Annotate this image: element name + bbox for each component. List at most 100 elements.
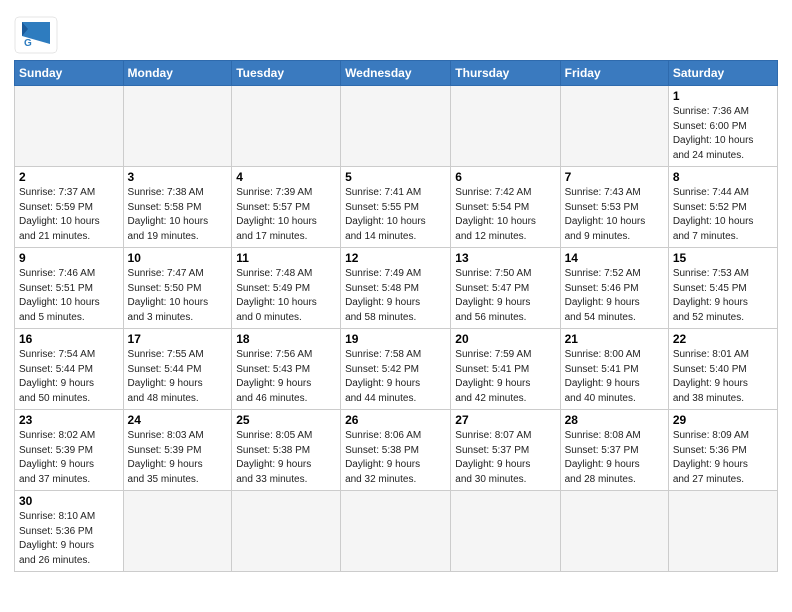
day-number: 28 xyxy=(565,413,664,427)
calendar-cell: 28 Sunrise: 8:08 AM Sunset: 5:37 PM Dayli… xyxy=(560,410,668,491)
calendar-cell xyxy=(451,86,560,167)
day-number: 24 xyxy=(128,413,228,427)
day-info: Sunrise: 8:02 AM Sunset: 5:39 PM Dayligh… xyxy=(19,429,119,487)
weekday-header-friday: Friday xyxy=(560,61,668,86)
calendar-cell: 21 Sunrise: 8:00 AM Sunset: 5:41 PM Dayli… xyxy=(560,329,668,410)
calendar-week-0: 1 Sunrise: 7:36 AM Sunset: 6:00 PM Daylig… xyxy=(15,86,778,167)
calendar-cell xyxy=(341,491,451,572)
calendar-cell: 26Sunrise: 8:06 AM Sunset: 5:38 PM Dayli… xyxy=(341,410,451,491)
day-info: Sunrise: 7:37 AM Sunset: 5:59 PM Dayligh… xyxy=(19,186,119,244)
calendar-cell: 10Sunrise: 7:47 AM Sunset: 5:50 PM Dayli… xyxy=(123,248,232,329)
day-info: Sunrise: 7:39 AM Sunset: 5:57 PM Dayligh… xyxy=(236,186,336,244)
day-info: Sunrise: 7:50 AM Sunset: 5:47 PM Dayligh… xyxy=(455,267,555,325)
calendar-cell: 17 Sunrise: 7:55 AM Sunset: 5:44 PM Dayli… xyxy=(123,329,232,410)
day-info: Sunrise: 7:56 AM Sunset: 5:43 PM Dayligh… xyxy=(236,348,336,406)
day-number: 27 xyxy=(455,413,555,427)
day-info: Sunrise: 7:46 AM Sunset: 5:51 PM Dayligh… xyxy=(19,267,119,325)
day-number: 22 xyxy=(673,332,773,346)
day-info: Sunrise: 7:47 AM Sunset: 5:50 PM Dayligh… xyxy=(128,267,228,325)
day-number: 12 xyxy=(345,251,446,265)
calendar-week-2: 9 Sunrise: 7:46 AM Sunset: 5:51 PM Daylig… xyxy=(15,248,778,329)
calendar-cell: 18 Sunrise: 7:56 AM Sunset: 5:43 PM Dayli… xyxy=(232,329,341,410)
calendar-cell xyxy=(668,491,777,572)
day-info: Sunrise: 7:55 AM Sunset: 5:44 PM Dayligh… xyxy=(128,348,228,406)
day-number: 21 xyxy=(565,332,664,346)
day-info: Sunrise: 8:09 AM Sunset: 5:36 PM Dayligh… xyxy=(673,429,773,487)
day-number: 19 xyxy=(345,332,446,346)
calendar-cell: 20Sunrise: 7:59 AM Sunset: 5:41 PM Dayli… xyxy=(451,329,560,410)
calendar-cell xyxy=(341,86,451,167)
day-info: Sunrise: 8:08 AM Sunset: 5:37 PM Dayligh… xyxy=(565,429,664,487)
day-info: Sunrise: 7:59 AM Sunset: 5:41 PM Dayligh… xyxy=(455,348,555,406)
day-info: Sunrise: 8:03 AM Sunset: 5:39 PM Dayligh… xyxy=(128,429,228,487)
calendar-cell: 1 Sunrise: 7:36 AM Sunset: 6:00 PM Daylig… xyxy=(668,86,777,167)
calendar-cell xyxy=(123,491,232,572)
weekday-header-tuesday: Tuesday xyxy=(232,61,341,86)
day-number: 4 xyxy=(236,170,336,184)
weekday-header-row: SundayMondayTuesdayWednesdayThursdayFrid… xyxy=(15,61,778,86)
calendar-cell: 3 Sunrise: 7:38 AM Sunset: 5:58 PM Daylig… xyxy=(123,167,232,248)
calendar-cell: 11 Sunrise: 7:48 AM Sunset: 5:49 PM Dayli… xyxy=(232,248,341,329)
calendar-cell xyxy=(232,86,341,167)
day-number: 5 xyxy=(345,170,446,184)
day-number: 16 xyxy=(19,332,119,346)
day-info: Sunrise: 7:48 AM Sunset: 5:49 PM Dayligh… xyxy=(236,267,336,325)
day-number: 1 xyxy=(673,89,773,103)
day-info: Sunrise: 8:07 AM Sunset: 5:37 PM Dayligh… xyxy=(455,429,555,487)
calendar-cell: 9 Sunrise: 7:46 AM Sunset: 5:51 PM Daylig… xyxy=(15,248,124,329)
calendar-week-1: 2 Sunrise: 7:37 AM Sunset: 5:59 PM Daylig… xyxy=(15,167,778,248)
day-number: 13 xyxy=(455,251,555,265)
day-number: 9 xyxy=(19,251,119,265)
calendar-cell xyxy=(15,86,124,167)
day-number: 11 xyxy=(236,251,336,265)
calendar-cell: 30Sunrise: 8:10 AM Sunset: 5:36 PM Dayli… xyxy=(15,491,124,572)
day-number: 14 xyxy=(565,251,664,265)
day-number: 7 xyxy=(565,170,664,184)
logo-icon: G xyxy=(14,16,58,54)
day-number: 3 xyxy=(128,170,228,184)
calendar-cell: 22 Sunrise: 8:01 AM Sunset: 5:40 PM Dayli… xyxy=(668,329,777,410)
calendar-cell: 6 Sunrise: 7:42 AM Sunset: 5:54 PM Daylig… xyxy=(451,167,560,248)
calendar-cell: 29 Sunrise: 8:09 AM Sunset: 5:36 PM Dayli… xyxy=(668,410,777,491)
calendar-cell: 12 Sunrise: 7:49 AM Sunset: 5:48 PM Dayli… xyxy=(341,248,451,329)
day-info: Sunrise: 8:01 AM Sunset: 5:40 PM Dayligh… xyxy=(673,348,773,406)
logo: G xyxy=(14,16,62,54)
day-info: Sunrise: 7:41 AM Sunset: 5:55 PM Dayligh… xyxy=(345,186,446,244)
calendar-cell xyxy=(451,491,560,572)
day-info: Sunrise: 7:38 AM Sunset: 5:58 PM Dayligh… xyxy=(128,186,228,244)
day-number: 18 xyxy=(236,332,336,346)
header: G xyxy=(14,10,778,54)
day-info: Sunrise: 7:52 AM Sunset: 5:46 PM Dayligh… xyxy=(565,267,664,325)
day-number: 6 xyxy=(455,170,555,184)
day-info: Sunrise: 8:05 AM Sunset: 5:38 PM Dayligh… xyxy=(236,429,336,487)
calendar-cell xyxy=(232,491,341,572)
day-info: Sunrise: 7:42 AM Sunset: 5:54 PM Dayligh… xyxy=(455,186,555,244)
day-number: 8 xyxy=(673,170,773,184)
day-number: 15 xyxy=(673,251,773,265)
weekday-header-thursday: Thursday xyxy=(451,61,560,86)
weekday-header-sunday: Sunday xyxy=(15,61,124,86)
day-number: 2 xyxy=(19,170,119,184)
calendar-week-3: 16 Sunrise: 7:54 AM Sunset: 5:44 PM Dayli… xyxy=(15,329,778,410)
weekday-header-saturday: Saturday xyxy=(668,61,777,86)
calendar-cell: 2 Sunrise: 7:37 AM Sunset: 5:59 PM Daylig… xyxy=(15,167,124,248)
calendar-cell xyxy=(560,491,668,572)
calendar-cell: 23Sunrise: 8:02 AM Sunset: 5:39 PM Dayli… xyxy=(15,410,124,491)
day-info: Sunrise: 7:36 AM Sunset: 6:00 PM Dayligh… xyxy=(673,105,773,163)
day-info: Sunrise: 8:10 AM Sunset: 5:36 PM Dayligh… xyxy=(19,510,119,568)
day-number: 29 xyxy=(673,413,773,427)
calendar-cell: 27 Sunrise: 8:07 AM Sunset: 5:37 PM Dayli… xyxy=(451,410,560,491)
calendar-week-4: 23Sunrise: 8:02 AM Sunset: 5:39 PM Dayli… xyxy=(15,410,778,491)
calendar-cell: 15Sunrise: 7:53 AM Sunset: 5:45 PM Dayli… xyxy=(668,248,777,329)
page: G SundayMondayTuesdayWednesdayThursdayFr… xyxy=(0,0,792,612)
day-info: Sunrise: 7:54 AM Sunset: 5:44 PM Dayligh… xyxy=(19,348,119,406)
day-info: Sunrise: 7:49 AM Sunset: 5:48 PM Dayligh… xyxy=(345,267,446,325)
calendar-cell: 16 Sunrise: 7:54 AM Sunset: 5:44 PM Dayli… xyxy=(15,329,124,410)
calendar-cell xyxy=(560,86,668,167)
day-info: Sunrise: 8:00 AM Sunset: 5:41 PM Dayligh… xyxy=(565,348,664,406)
calendar-cell: 7Sunrise: 7:43 AM Sunset: 5:53 PM Daylig… xyxy=(560,167,668,248)
calendar-cell: 19Sunrise: 7:58 AM Sunset: 5:42 PM Dayli… xyxy=(341,329,451,410)
calendar-cell: 4 Sunrise: 7:39 AM Sunset: 5:57 PM Daylig… xyxy=(232,167,341,248)
calendar-cell: 24 Sunrise: 8:03 AM Sunset: 5:39 PM Dayli… xyxy=(123,410,232,491)
day-number: 17 xyxy=(128,332,228,346)
